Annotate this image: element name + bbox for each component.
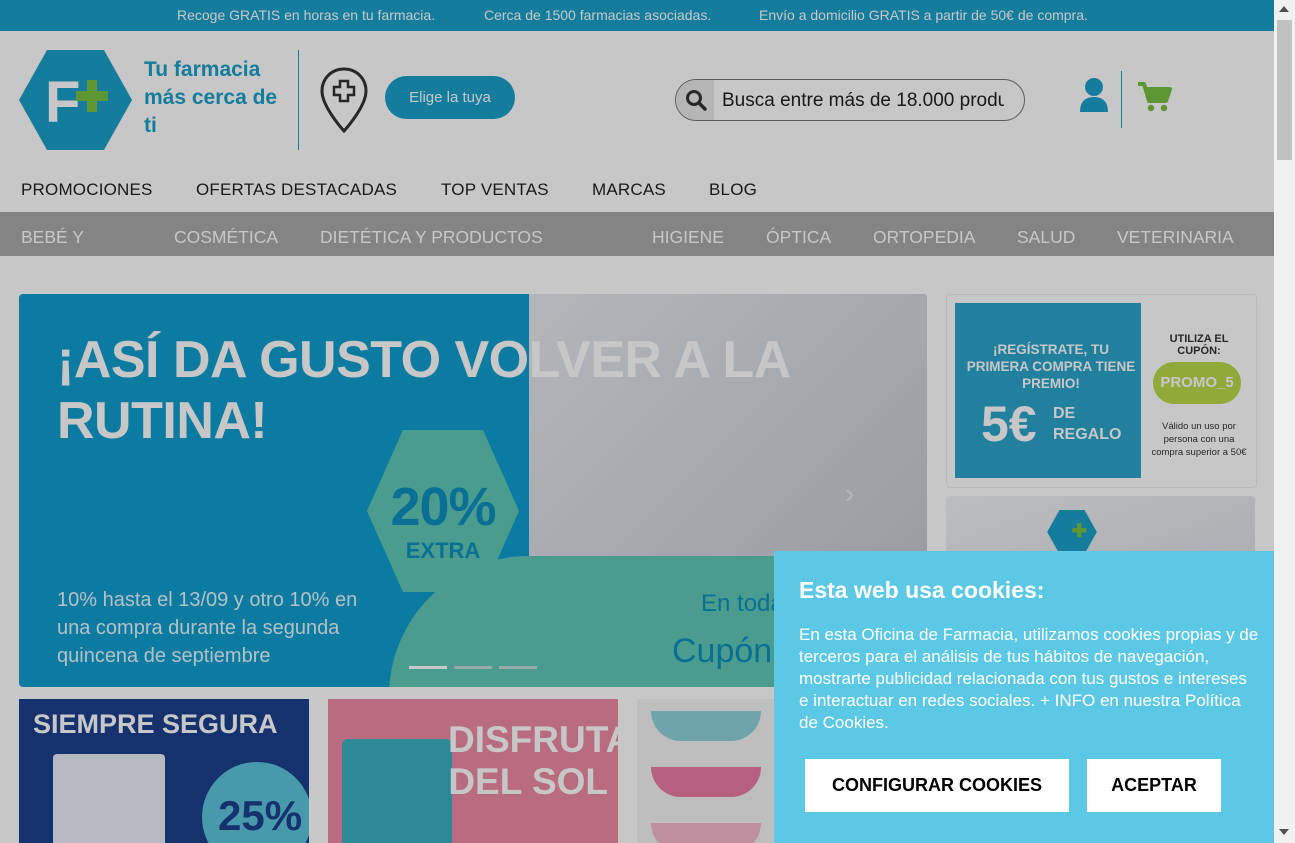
scroll-down-arrow-icon[interactable] — [1279, 829, 1289, 835]
scrollbar[interactable] — [1274, 0, 1295, 843]
scroll-up-arrow-icon[interactable] — [1279, 6, 1289, 12]
cookie-text: En esta Oficina de Farmacia, utilizamos … — [799, 625, 1259, 732]
cookie-banner: Esta web usa cookies: En esta Oficina de… — [774, 551, 1274, 843]
configure-cookies-button[interactable]: CONFIGURAR COOKIES — [805, 759, 1069, 812]
scrollbar-thumb[interactable] — [1277, 20, 1292, 160]
page: Recoge GRATIS en horas en tu farmacia. C… — [0, 0, 1274, 843]
cookie-title: Esta web usa cookies: — [799, 577, 1045, 603]
accept-cookies-button[interactable]: ACEPTAR — [1087, 759, 1221, 812]
